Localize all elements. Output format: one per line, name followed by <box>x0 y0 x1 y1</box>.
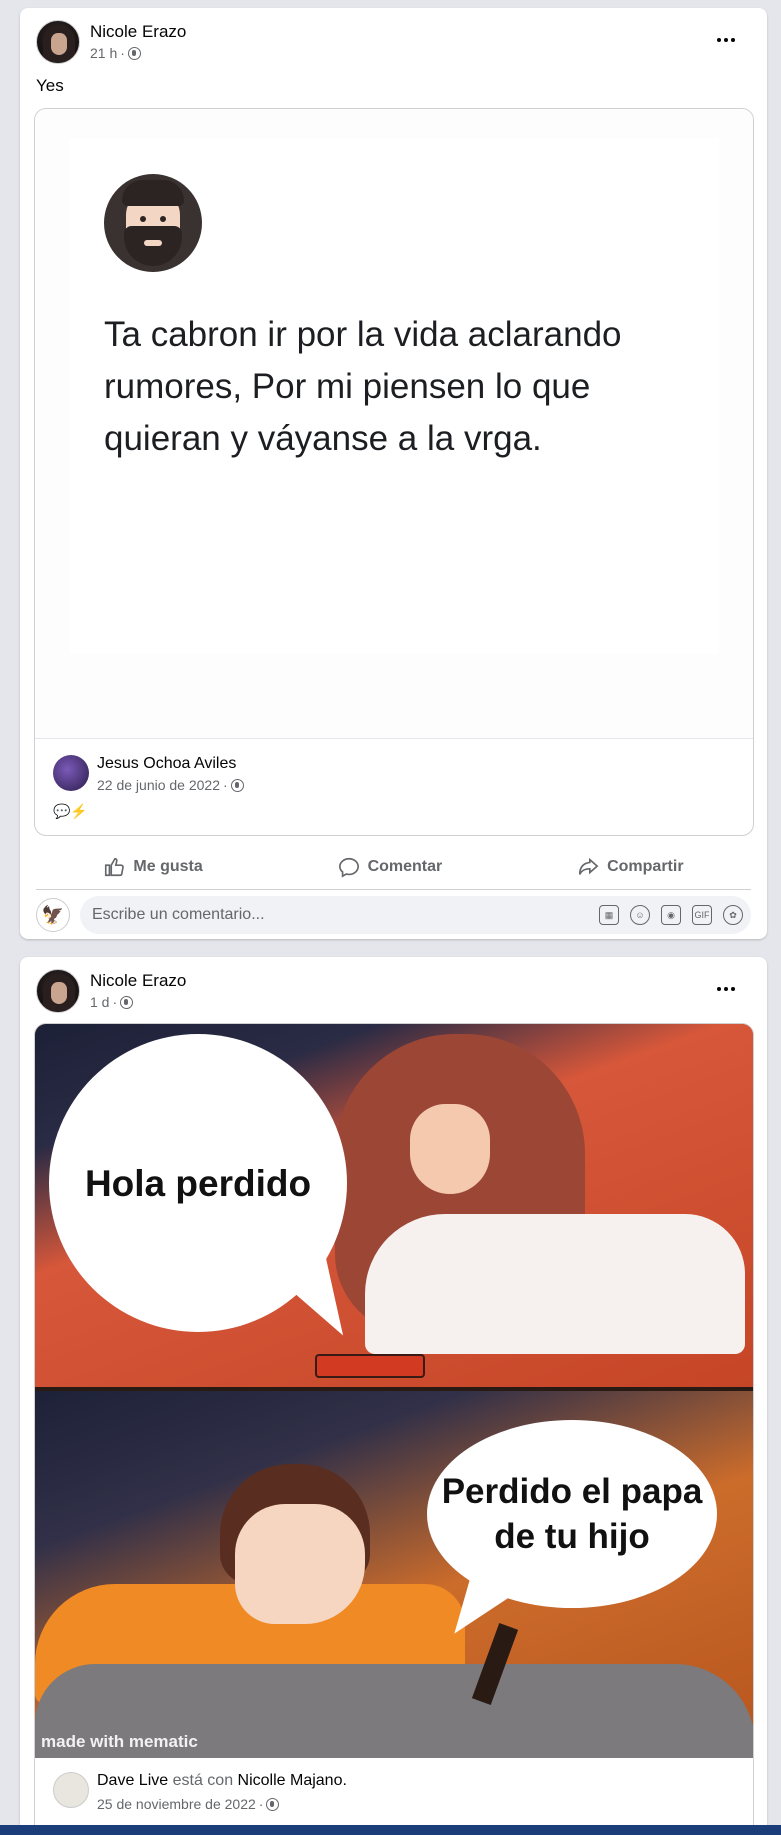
bottom-nav-bar <box>0 1825 781 1835</box>
author-name[interactable]: Nicole Erazo <box>90 971 186 991</box>
image-caption: Ta cabron ir por la vida aclarando rumor… <box>104 315 622 458</box>
shared-author-avatar[interactable] <box>53 1772 89 1808</box>
connector-text: está con <box>168 1772 238 1789</box>
comment-label: Comentar <box>367 857 443 875</box>
tag-line: Dave Live está con Nicolle Majano. <box>97 1772 347 1790</box>
share-button[interactable]: Compartir <box>557 850 703 884</box>
emoji-icon[interactable]: ☺ <box>630 905 650 925</box>
author-avatar[interactable] <box>36 20 80 64</box>
tagged-user[interactable]: Nicolle Majano <box>238 1772 343 1789</box>
globe-icon <box>120 995 134 1009</box>
speech-bubble-bottom: Perdido el papa de tu hijo <box>427 1420 717 1608</box>
my-avatar[interactable]: 🦅 <box>36 898 70 932</box>
reaction-icons: 💬⚡ <box>53 803 88 819</box>
sticker-icon[interactable]: ▦ <box>599 905 619 925</box>
globe-icon <box>266 1797 280 1811</box>
meme-image[interactable]: Hola perdido Perdido el papa de tu hijo … <box>35 1024 753 1758</box>
thumbs-up-icon <box>105 857 125 876</box>
comment-composer: 🦅 ▦ ☺ ◉ GIF ✿ <box>36 896 751 934</box>
shared-post-date: 22 de junio de 2022 · <box>97 777 244 793</box>
post-meta: 21 h · <box>90 45 141 61</box>
shared-author-avatar[interactable] <box>53 755 89 791</box>
shared-date-text[interactable]: 22 de junio de 2022 <box>97 777 220 793</box>
more-options-icon[interactable] <box>711 979 741 999</box>
like-button[interactable]: Me gusta <box>83 850 222 884</box>
avatar-sticker-icon[interactable]: ✿ <box>723 905 743 925</box>
shared-post[interactable]: Ta cabron ir por la vida aclarando rumor… <box>34 108 754 836</box>
post-header: Nicole Erazo 1 d · <box>36 969 751 1015</box>
author-avatar[interactable] <box>36 969 80 1013</box>
post-text: Yes <box>36 76 64 95</box>
share-label: Compartir <box>607 857 684 875</box>
post-header: Nicole Erazo 21 h · <box>36 20 751 66</box>
shared-post-footer: Jesus Ochoa Aviles 22 de junio de 2022 ·… <box>35 739 753 835</box>
more-options-icon[interactable] <box>711 30 741 50</box>
globe-icon <box>230 778 244 792</box>
camera-icon[interactable]: ◉ <box>661 905 681 925</box>
post-card: Nicole Erazo 21 h · Yes Ta cabron ir por… <box>20 8 767 939</box>
author-name[interactable]: Nicole Erazo <box>90 22 186 42</box>
post-time[interactable]: 21 h <box>90 45 117 61</box>
like-label: Me gusta <box>133 857 203 875</box>
shared-post-footer: Dave Live está con Nicolle Majano. 25 de… <box>35 1758 753 1835</box>
shared-author-name[interactable]: Dave Live <box>97 1772 168 1789</box>
gif-icon[interactable]: GIF <box>692 905 712 925</box>
shared-date-text[interactable]: 25 de noviembre de 2022 <box>97 1796 256 1812</box>
action-bar: Me gusta Comentar Compartir <box>36 844 751 890</box>
shared-post-date: 25 de noviembre de 2022 · <box>97 1796 280 1812</box>
post-card: Nicole Erazo 1 d · Hola perdido Perdido … <box>20 957 767 1835</box>
post-time[interactable]: 1 d <box>90 994 109 1010</box>
shared-author-name[interactable]: Jesus Ochoa Aviles <box>97 755 236 773</box>
globe-icon <box>127 46 141 60</box>
comment-tools: ▦ ☺ ◉ GIF ✿ <box>599 905 743 925</box>
shared-image[interactable]: Ta cabron ir por la vida aclarando rumor… <box>35 109 753 739</box>
shared-post[interactable]: Hola perdido Perdido el papa de tu hijo … <box>34 1023 754 1835</box>
comment-button[interactable]: Comentar <box>318 850 463 884</box>
bearded-man-emoji-icon <box>104 174 202 272</box>
watermark: made with mematic <box>41 1732 198 1751</box>
comment-bubble-icon <box>338 857 359 878</box>
share-arrow-icon <box>579 857 599 875</box>
post-meta: 1 d · <box>90 994 134 1010</box>
tag-end: . <box>342 1772 347 1789</box>
speech-bubble-top: Hola perdido <box>49 1034 347 1332</box>
